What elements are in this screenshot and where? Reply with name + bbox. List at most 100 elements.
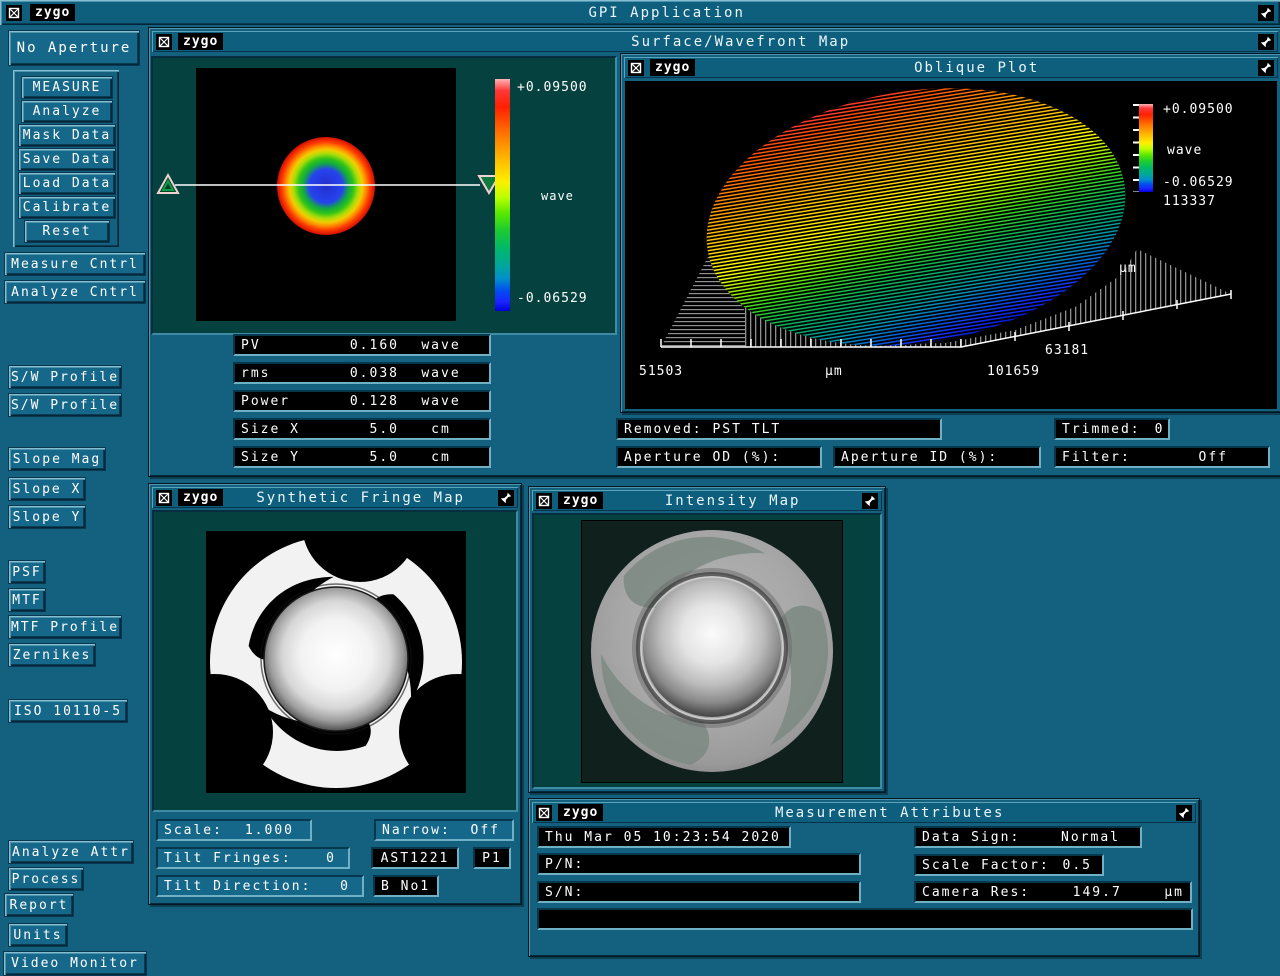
- measurement-attributes-titlebar[interactable]: zygo Measurement Attributes: [532, 802, 1196, 823]
- fringe-map-panel: [152, 510, 518, 812]
- surface-colorbar-units: wave: [541, 189, 574, 203]
- sn-field[interactable]: S/N:: [537, 881, 861, 903]
- sidebar-item-slope-x[interactable]: Slope X: [8, 477, 86, 501]
- slice-marker-left[interactable]: [155, 172, 181, 196]
- aperture-id-field[interactable]: Aperture ID (%):: [833, 446, 1041, 468]
- sidebar-item-psf[interactable]: PSF: [8, 560, 46, 584]
- oblique-x-max: 101659: [987, 364, 1040, 379]
- window-menu-icon[interactable]: [6, 5, 22, 21]
- app-title: GPI Application: [83, 5, 1250, 21]
- zygo-logo: zygo: [178, 489, 223, 506]
- fringe-map-window: zygo Synthetic Fringe Map: [148, 483, 522, 905]
- window-menu-icon[interactable]: [536, 493, 552, 509]
- oblique-plot-window: zygo Oblique Plot: [620, 53, 1280, 413]
- oblique-colorbar-units: wave: [1167, 143, 1202, 158]
- zygo-logo: zygo: [30, 4, 75, 21]
- sidebar-item-zernikes[interactable]: Zernikes: [8, 643, 96, 667]
- stat-size-x: Size X5.0cm: [233, 418, 491, 440]
- zygo-logo: zygo: [558, 492, 603, 509]
- sidebar-item-units[interactable]: Units: [8, 923, 68, 947]
- intensity-map-image: [581, 520, 843, 783]
- surface-map-panel: +0.09500 wave -0.06529: [151, 56, 617, 335]
- oblique-plot-titlebar[interactable]: zygo Oblique Plot: [624, 57, 1278, 78]
- oblique-colorbar-min: -0.06529: [1163, 175, 1234, 190]
- surface-wavefront-title: Surface/Wavefront Map: [229, 34, 1252, 50]
- measurement-attributes-window: zygo Measurement Attributes Thu Mar 05 1…: [528, 798, 1200, 957]
- sidebar-item-measure-cntrl[interactable]: Measure Cntrl: [4, 252, 146, 276]
- timestamp-field: Thu Mar 05 10:23:54 2020: [537, 826, 791, 848]
- sidebar-item-analyze-cntrl[interactable]: Analyze Cntrl: [4, 280, 146, 304]
- sidebar-item-save-data[interactable]: Save Data: [18, 148, 116, 171]
- pin-icon[interactable]: [1258, 60, 1274, 76]
- pin-icon[interactable]: [1258, 5, 1274, 21]
- tag-ast1221: AST1221: [371, 847, 459, 869]
- sidebar-item-sw-profile-2[interactable]: S/W Profile: [8, 393, 122, 417]
- tilt-fringes-field[interactable]: Tilt Fringes:0: [156, 847, 350, 869]
- sidebar-item-sw-profile-1[interactable]: S/W Profile: [8, 365, 122, 389]
- scale-field[interactable]: Scale:1.000: [156, 819, 312, 841]
- sidebar-item-calibrate[interactable]: Calibrate: [18, 196, 116, 219]
- sidebar-item-mask-data[interactable]: Mask Data: [18, 124, 116, 147]
- oblique-colorbar: [1139, 104, 1153, 192]
- pin-icon[interactable]: [862, 493, 878, 509]
- oblique-colorbar-max: +0.09500: [1163, 102, 1234, 117]
- window-menu-icon[interactable]: [536, 805, 552, 821]
- oblique-colorbar-points: 113337: [1163, 194, 1216, 209]
- stat-rms: rms0.038wave: [233, 362, 491, 384]
- surface-colorbar: [495, 79, 510, 311]
- tilt-direction-field[interactable]: Tilt Direction:0: [156, 875, 364, 897]
- sidebar-item-report[interactable]: Report: [4, 893, 74, 917]
- stat-pv: PV0.160wave: [233, 334, 491, 356]
- sidebar-item-reset[interactable]: Reset: [24, 220, 110, 243]
- surface-wavefront-titlebar[interactable]: zygo Surface/Wavefront Map: [152, 31, 1278, 52]
- intensity-map-title: Intensity Map: [609, 493, 856, 509]
- pin-icon[interactable]: [1258, 34, 1274, 50]
- pin-icon[interactable]: [1176, 805, 1192, 821]
- sidebar-item-mtf[interactable]: MTF: [8, 588, 46, 612]
- sidebar-item-analyze[interactable]: Analyze: [21, 100, 113, 123]
- sidebar-item-load-data[interactable]: Load Data: [18, 172, 116, 195]
- intensity-map-titlebar[interactable]: zygo Intensity Map: [532, 490, 882, 511]
- oblique-plot-image: +0.09500 wave -0.06529 113337 51503 µm 1…: [625, 81, 1277, 409]
- colorbar-ticks: [1133, 104, 1139, 192]
- intensity-map-panel: [532, 513, 882, 789]
- comment-field[interactable]: [537, 908, 1193, 930]
- surface-colorbar-min: -0.06529: [517, 291, 588, 306]
- sidebar-item-mtf-profile[interactable]: MTF Profile: [8, 615, 122, 639]
- zygo-logo: zygo: [650, 59, 695, 76]
- aperture-od-field[interactable]: Aperture OD (%):: [616, 446, 822, 468]
- camera-res-field[interactable]: Camera Res:149.7µm: [914, 881, 1192, 903]
- sidebar-item-slope-mag[interactable]: Slope Mag: [8, 447, 106, 471]
- app-titlebar[interactable]: zygo GPI Application: [0, 0, 1280, 25]
- pin-icon[interactable]: [498, 490, 514, 506]
- sidebar-item-video-monitor[interactable]: Video Monitor: [3, 951, 147, 976]
- filter-field[interactable]: Filter:Off: [1054, 446, 1270, 468]
- removed-field: Removed: PST TLT: [616, 418, 942, 440]
- trimmed-field: Trimmed:0: [1054, 418, 1170, 440]
- fringe-map-title: Synthetic Fringe Map: [229, 490, 492, 506]
- oblique-x-min: 51503: [639, 364, 683, 379]
- tag-p1: P1: [473, 847, 511, 869]
- window-menu-icon[interactable]: [156, 490, 172, 506]
- surface-colorbar-max: +0.09500: [517, 80, 588, 95]
- tag-b-no1: B No1: [373, 875, 439, 897]
- sidebar-item-no-aperture[interactable]: No Aperture: [8, 30, 140, 66]
- sidebar-item-measure[interactable]: MEASURE: [21, 76, 113, 99]
- sidebar-item-process[interactable]: Process: [8, 867, 84, 891]
- scale-factor-field[interactable]: Scale Factor:0.5: [914, 854, 1104, 876]
- sidebar-item-analyze-attr[interactable]: Analyze Attr: [8, 840, 134, 864]
- pn-field[interactable]: P/N:: [537, 853, 861, 875]
- surface-phase-map-image: [196, 68, 456, 321]
- window-menu-icon[interactable]: [156, 34, 172, 50]
- oblique-x-units: µm: [825, 364, 843, 379]
- fringe-map-titlebar[interactable]: zygo Synthetic Fringe Map: [152, 487, 518, 508]
- measurement-attributes-title: Measurement Attributes: [609, 805, 1170, 821]
- sidebar-item-slope-y[interactable]: Slope Y: [8, 505, 86, 529]
- oblique-y-max: 63181: [1045, 343, 1089, 358]
- narrow-field[interactable]: Narrow:Off: [374, 819, 514, 841]
- sidebar-item-iso-10110-5[interactable]: ISO 10110-5: [8, 699, 128, 723]
- window-menu-icon[interactable]: [628, 60, 644, 76]
- intensity-map-window: zygo Intensity Map: [528, 486, 886, 793]
- data-sign-field[interactable]: Data Sign:Normal: [914, 826, 1142, 848]
- oblique-plot-title: Oblique Plot: [701, 60, 1252, 76]
